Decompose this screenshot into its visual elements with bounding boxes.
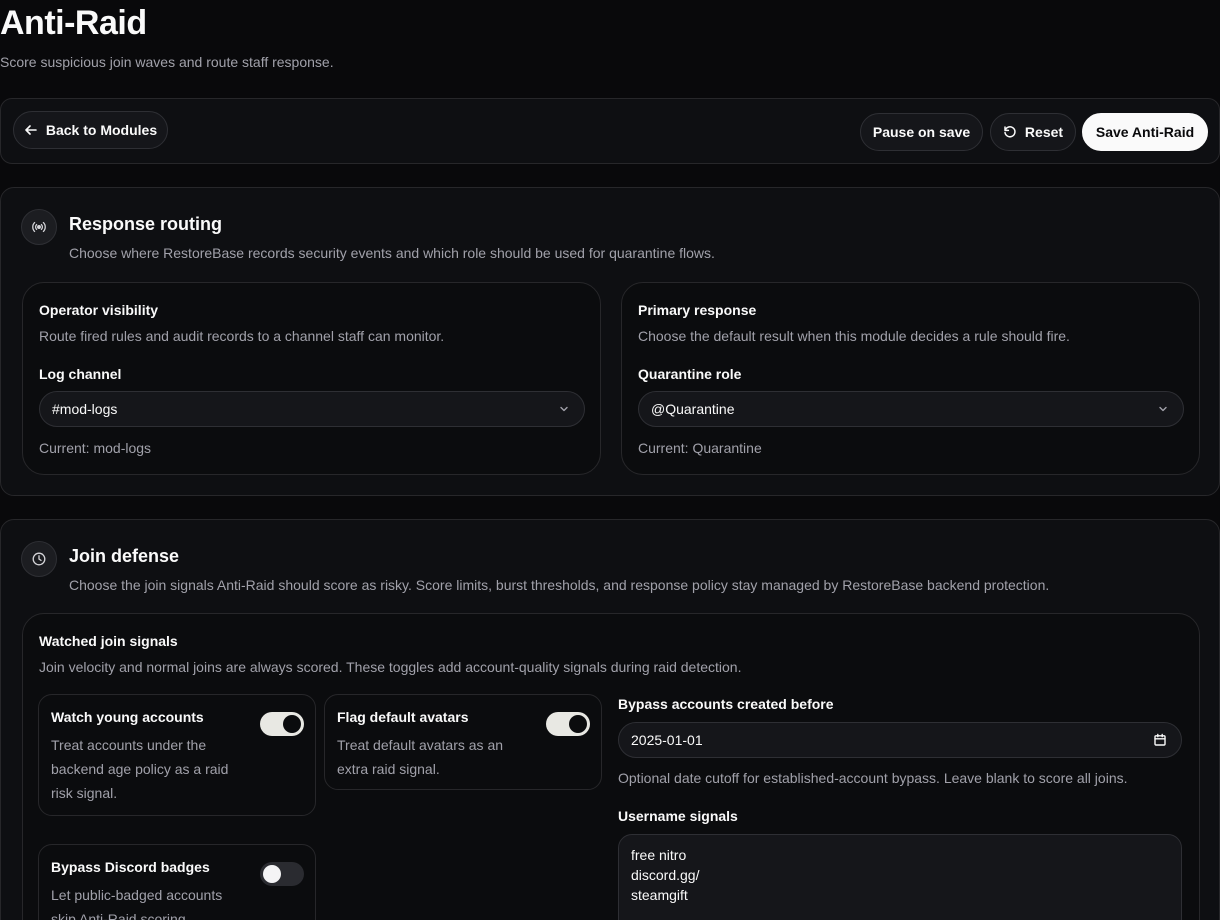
arrow-left-icon <box>25 125 37 135</box>
operator-visibility-card: Operator visibility Route fired rules an… <box>22 282 601 475</box>
reset-button[interactable]: Reset <box>990 113 1076 151</box>
pause-on-save-button[interactable]: Pause on save <box>860 113 983 151</box>
bypass-date-input[interactable]: 2025-01-01 <box>618 722 1182 758</box>
response-routing-section: Response routing Choose where RestoreBas… <box>0 187 1220 496</box>
card-title: Operator visibility <box>39 302 159 318</box>
back-to-modules-label: Back to Modules <box>45 122 158 138</box>
watch-young-accounts-toggle[interactable] <box>260 712 304 736</box>
flag-default-avatars-card: Flag default avatars Treat default avata… <box>324 694 602 790</box>
bypass-date-hint: Optional date cutoff for established-acc… <box>618 770 1128 786</box>
page-title: Anti-Raid <box>0 4 147 42</box>
bypass-discord-badges-card: Bypass Discord badges Let public-badged … <box>38 844 316 920</box>
toggle-title: Bypass Discord badges <box>51 859 210 875</box>
watch-young-accounts-card: Watch young accounts Treat accounts unde… <box>38 694 316 816</box>
toggle-knob <box>283 715 301 733</box>
calendar-icon[interactable] <box>1153 733 1167 747</box>
quarantine-role-value: @Quarantine <box>651 401 735 417</box>
reset-label: Reset <box>1024 124 1064 140</box>
pause-on-save-label: Pause on save <box>872 124 971 140</box>
quarantine-role-current: Current: Quarantine <box>638 440 762 456</box>
toggle-knob <box>569 715 587 733</box>
clock-icon <box>21 541 57 577</box>
toggle-description: Treat default avatars as an extra raid s… <box>337 737 504 777</box>
section-title: Response routing <box>69 214 223 234</box>
username-signals-label: Username signals <box>618 808 738 824</box>
log-channel-current: Current: mod-logs <box>39 440 152 456</box>
rotate-ccw-icon <box>1004 126 1016 138</box>
section-description: Choose the join signals Anti-Raid should… <box>69 577 1050 593</box>
save-anti-raid-label: Save Anti-Raid <box>1095 124 1195 140</box>
log-channel-label: Log channel <box>39 366 122 382</box>
primary-response-card: Primary response Choose the default resu… <box>621 282 1200 475</box>
flag-default-avatars-toggle[interactable] <box>546 712 590 736</box>
card-description: Route fired rules and audit records to a… <box>39 328 445 344</box>
username-signals-textarea[interactable]: free nitro discord.gg/ steamgift <box>618 834 1182 920</box>
toggle-description: Treat accounts under the backend age pol… <box>51 737 229 801</box>
chevron-down-icon <box>1159 406 1167 412</box>
toggle-title: Watch young accounts <box>51 709 204 725</box>
toolbar: Back to Modules Pause on save Reset Save… <box>0 98 1220 164</box>
log-channel-value: #mod-logs <box>52 401 118 417</box>
save-anti-raid-button[interactable]: Save Anti-Raid <box>1082 113 1208 151</box>
card-description: Choose the default result when this modu… <box>638 328 1070 344</box>
username-signal-line: discord.gg/ <box>631 867 700 883</box>
quarantine-role-select[interactable]: @Quarantine <box>638 391 1184 427</box>
quarantine-role-label: Quarantine role <box>638 366 742 382</box>
bypass-date-value: 2025-01-01 <box>631 732 703 748</box>
log-channel-select[interactable]: #mod-logs <box>39 391 585 427</box>
bypass-discord-badges-toggle[interactable] <box>260 862 304 886</box>
username-signal-line: free nitro <box>631 847 687 863</box>
section-description: Choose where RestoreBase records securit… <box>69 245 715 261</box>
bypass-date-label: Bypass accounts created before <box>618 696 834 712</box>
back-to-modules-button[interactable]: Back to Modules <box>13 111 168 149</box>
toggle-description: Let public-badged accounts skip Anti-Rai… <box>51 887 223 920</box>
section-title: Join defense <box>69 546 180 566</box>
card-title: Primary response <box>638 302 757 318</box>
toggle-knob <box>263 865 281 883</box>
card-description: Join velocity and normal joins are alway… <box>39 659 742 675</box>
chevron-down-icon <box>560 406 568 412</box>
broadcast-icon <box>21 209 57 245</box>
card-title: Watched join signals <box>39 633 178 649</box>
username-signal-line: steamgift <box>631 887 688 903</box>
page-subtitle: Score suspicious join waves and route st… <box>0 54 334 70</box>
toggle-title: Flag default avatars <box>337 709 469 725</box>
